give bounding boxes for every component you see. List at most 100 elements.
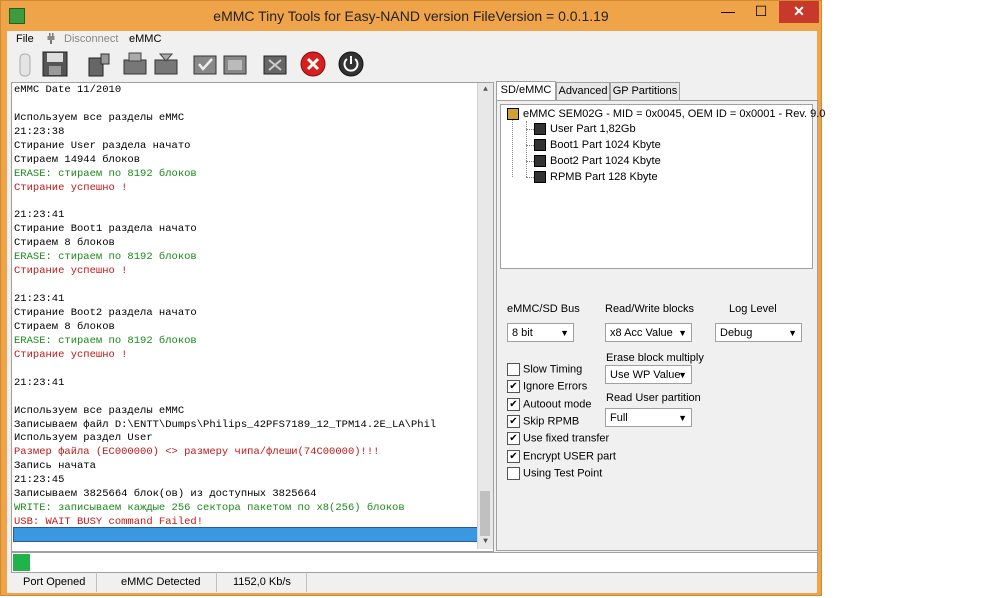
log-line: Размер файла (EC000000) <> размеру чипа/…	[14, 446, 380, 459]
log-line: Записываем файл D:\ENTT\Dumps\Philips_42…	[14, 418, 437, 431]
log-line: Используем раздел User	[14, 432, 153, 445]
settings-panel: eMMC SEM02G - MID = 0x0045, OEM ID = 0x0…	[496, 100, 825, 551]
chip-icon	[534, 139, 546, 152]
log-line: ERASE: стираем по 8192 блоков	[14, 167, 197, 180]
read-icon[interactable]	[85, 50, 113, 78]
menu-bar: File Disconnect eMMC	[7, 31, 817, 48]
tree-rpmb-part[interactable]: RPMB Part 128 Kbyte	[534, 171, 658, 184]
checkmark-icon[interactable]: ✔	[507, 380, 520, 394]
title-bar[interactable]: eMMC Tiny Tools for Easy-NAND version Fi…	[1, 1, 821, 31]
log-line: 21:23:41	[14, 209, 65, 222]
checkbox-encrypt-user-part[interactable]: ✔ Encrypt USER part	[507, 449, 616, 463]
tab-sd-emmc[interactable]: SD/eMMC	[496, 81, 556, 101]
scroll-thumb[interactable]	[480, 491, 490, 536]
tree-root[interactable]: eMMC SEM02G - MID = 0x0045, OEM ID = 0x0…	[507, 108, 825, 121]
close-button[interactable]: ✕	[779, 1, 819, 23]
write-icon[interactable]	[121, 50, 149, 78]
chevron-down-icon: ▼	[560, 328, 569, 338]
checkbox-slow-timing[interactable]: Slow Timing	[507, 363, 582, 376]
verify-icon[interactable]	[191, 50, 219, 78]
rw-blocks-select[interactable]: x8 Acc Value ▼	[605, 323, 692, 342]
app-window: eMMC Tiny Tools for Easy-NAND version Fi…	[0, 0, 825, 596]
log-panel[interactable]: eMMC Date 11/2010 Используем все разделы …	[11, 82, 494, 552]
read-user-partition-label: Read User partition	[606, 392, 701, 404]
checkmark-icon[interactable]: ✔	[507, 432, 520, 446]
checkbox-using-test-point[interactable]: Using Test Point	[507, 466, 602, 480]
log-line: Стираем 14944 блоков	[14, 153, 141, 166]
chip-icon	[534, 123, 546, 136]
bus-label: eMMC/SD Bus	[507, 303, 580, 315]
checkbox-autoout-mode[interactable]: ✔ Autoout mode	[507, 397, 592, 411]
menu-disconnect[interactable]: Disconnect	[64, 33, 118, 45]
log-line: Стираем 8 блоков	[14, 320, 115, 333]
toolbar	[7, 48, 817, 82]
status-port: Port Opened	[7, 572, 97, 592]
status-speed: 1152,0 Kb/s	[217, 572, 307, 592]
checkbox-ignore-errors[interactable]: ✔ Ignore Errors	[507, 380, 587, 394]
checkbox-empty-icon[interactable]	[507, 363, 520, 376]
maximize-button[interactable]: ☐	[746, 1, 776, 23]
device-tree[interactable]: eMMC SEM02G - MID = 0x0045, OEM ID = 0x0…	[500, 104, 825, 269]
power-icon[interactable]	[337, 50, 365, 78]
log-line: Стирание User раздела начато	[14, 139, 191, 152]
log-line: Стираем 8 блоков	[14, 237, 115, 250]
scroll-down-icon[interactable]: ▼	[478, 535, 493, 549]
sd-card-icon	[507, 108, 519, 121]
rw-blocks-label: Read/Write blocks	[605, 303, 695, 315]
status-emmc: eMMC Detected	[97, 572, 217, 592]
checkmark-icon[interactable]: ✔	[507, 397, 520, 411]
log-level-label: Log Level	[729, 303, 777, 315]
format-icon[interactable]	[221, 50, 249, 78]
tab-advanced[interactable]: Advanced	[556, 82, 610, 100]
log-line: 21:23:41	[14, 293, 65, 306]
tab-bar: SD/eMMC Advanced GP Partitions	[496, 81, 816, 101]
main-progress-bar	[11, 552, 818, 573]
log-scrollbar[interactable]: ▲ ▼	[477, 83, 493, 549]
chevron-down-icon: ▼	[678, 413, 687, 423]
checkbox-skip-rpmb[interactable]: ✔ Skip RPMB	[507, 414, 579, 428]
checkmark-icon[interactable]: ✔	[507, 449, 520, 463]
log-level-select[interactable]: Debug ▼	[715, 323, 802, 342]
tab-gp-partitions[interactable]: GP Partitions	[610, 82, 680, 100]
read-user-partition-select[interactable]: Full ▼	[605, 408, 692, 427]
save-icon[interactable]	[41, 50, 69, 78]
menu-emmc[interactable]: eMMC	[129, 33, 161, 45]
erase-icon[interactable]	[261, 50, 289, 78]
checkbox-empty-icon[interactable]	[507, 466, 520, 480]
client-area: File Disconnect eMMC eMMC Date 11/2010 Ис…	[7, 31, 825, 593]
window-title: eMMC Tiny Tools for Easy-NAND version Fi…	[213, 8, 609, 24]
minimize-button[interactable]: —	[713, 1, 743, 23]
chevron-down-icon: ▼	[788, 328, 797, 338]
log-line: 21:23:45	[14, 474, 65, 487]
write-all-icon[interactable]	[152, 50, 180, 78]
connect-icon[interactable]	[11, 50, 39, 78]
menu-file[interactable]: File	[16, 33, 34, 45]
chevron-down-icon: ▼	[678, 370, 687, 380]
log-line: ERASE: стираем по 8192 блоков	[14, 334, 197, 347]
checkmark-icon[interactable]: ✔	[507, 414, 520, 428]
stop-icon[interactable]	[299, 50, 327, 78]
log-line: Стирание успешно !	[14, 348, 128, 361]
log-line: Используем все разделы eMMC	[14, 404, 185, 417]
checkbox-use-fixed-transfer[interactable]: ✔ Use fixed transfer	[507, 432, 609, 446]
log-line: Записываем 3825664 блок(ов) из доступных…	[14, 488, 317, 501]
log-lines: eMMC Date 11/2010 Используем все разделы …	[14, 84, 480, 530]
tree-boot1-part[interactable]: Boot1 Part 1024 Kbyte	[534, 139, 661, 152]
tree-boot2-part[interactable]: Boot2 Part 1024 Kbyte	[534, 155, 661, 168]
erase-multiply-select[interactable]: Use WP Value ▼	[605, 365, 692, 384]
log-line: Стирание Boot1 раздела начато	[14, 223, 197, 236]
bus-select[interactable]: 8 bit ▼	[507, 323, 574, 342]
log-line: Запись начата	[14, 460, 96, 473]
status-bar: Port Opened eMMC Detected 1152,0 Kb/s	[7, 572, 817, 593]
chip-icon	[534, 171, 546, 184]
tree-user-part[interactable]: User Part 1,82Gb	[534, 123, 636, 136]
log-line: WRITE: записываем каждые 256 сектора пак…	[14, 502, 405, 515]
log-line: ERASE: стираем по 8192 блоков	[14, 251, 197, 264]
log-line: Стирание Boot2 раздела начато	[14, 307, 197, 319]
main-progress-fill	[13, 554, 30, 571]
plug-icon	[47, 33, 55, 44]
scroll-up-icon[interactable]: ▲	[478, 83, 493, 97]
